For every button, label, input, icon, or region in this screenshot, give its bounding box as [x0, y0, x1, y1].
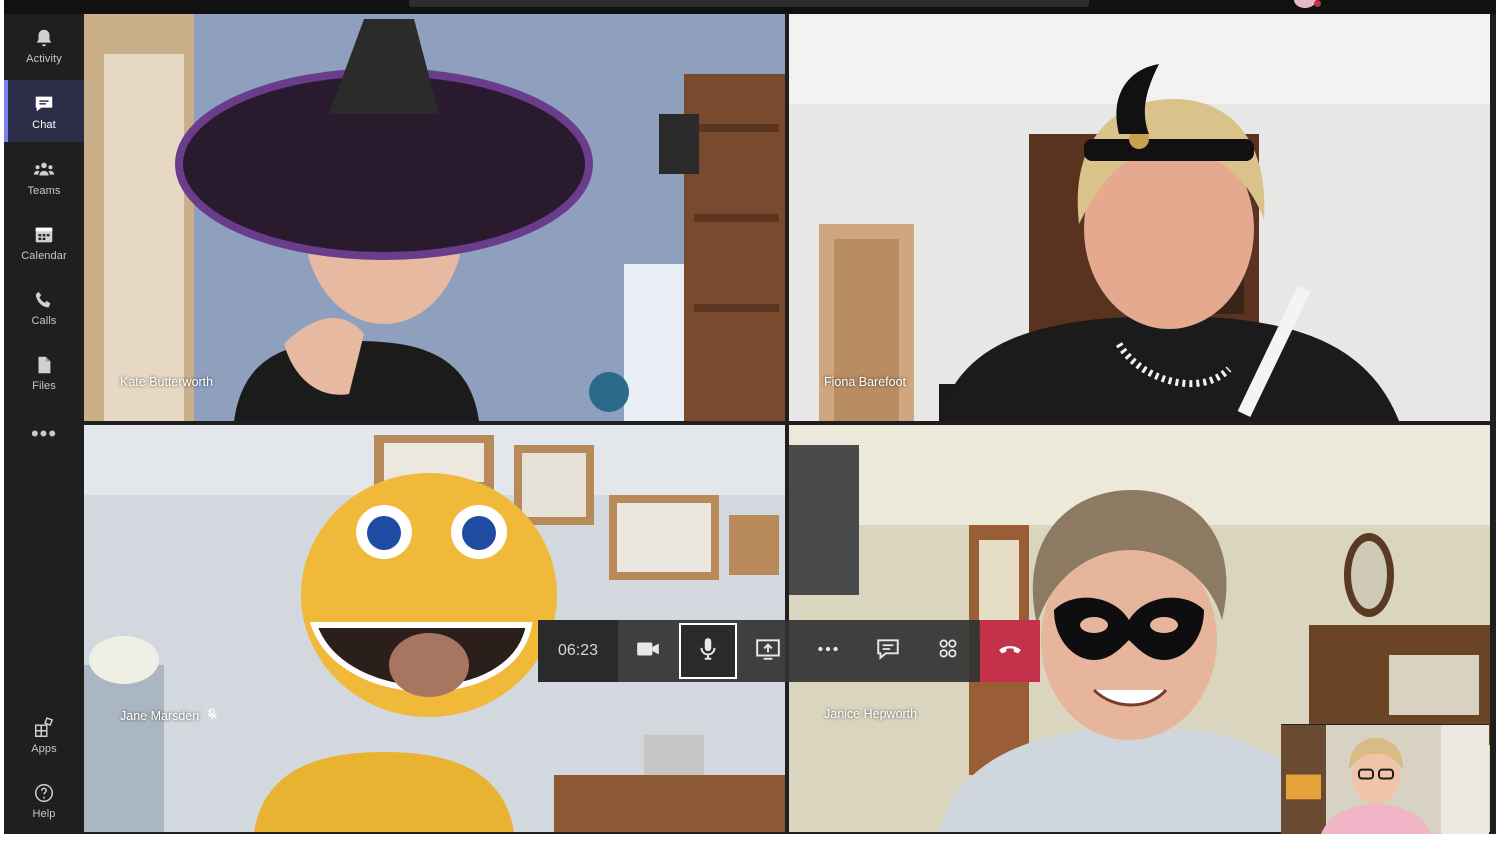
participant-name: Fiona Barefoot — [824, 375, 906, 389]
participants-icon — [935, 636, 961, 667]
phone-icon — [32, 288, 56, 312]
participant-video — [789, 14, 1490, 421]
apps-icon — [32, 716, 56, 740]
rail-item-help[interactable]: Help — [4, 769, 84, 831]
video-grid: Kate Butterworth Fiona Barefoot Jane Mar… — [84, 14, 1490, 834]
title-bar — [4, 0, 1496, 14]
bell-icon — [32, 26, 56, 50]
rail-item-chat[interactable]: Chat — [4, 80, 84, 142]
calendar-icon — [32, 223, 56, 247]
app-rail: Activity Chat Teams Calendar Calls Files… — [4, 14, 84, 834]
teams-window: Activity Chat Teams Calendar Calls Files… — [4, 0, 1496, 834]
chat-icon — [32, 92, 56, 116]
rail-item-calls[interactable]: Calls — [4, 276, 84, 338]
participants-button[interactable] — [918, 620, 978, 682]
rail-item-files[interactable]: Files — [4, 341, 84, 403]
rail-item-calendar[interactable]: Calendar — [4, 211, 84, 273]
participant-video — [84, 14, 785, 421]
more-apps-button[interactable]: ••• — [4, 423, 84, 445]
conversation-icon — [875, 636, 901, 667]
participant-name: Janice Hepworth — [824, 707, 918, 721]
rail-label: Calls — [31, 314, 57, 327]
hang-up-button[interactable] — [980, 620, 1040, 682]
rail-item-apps[interactable]: Apps — [4, 704, 84, 766]
rail-label: Activity — [26, 52, 62, 65]
microphone-icon — [695, 636, 721, 667]
rail-label: Files — [32, 379, 56, 392]
camera-button[interactable] — [618, 620, 678, 682]
participant-name: Kate Butterworth — [120, 375, 214, 389]
more-options-button[interactable] — [798, 620, 858, 682]
self-video — [1281, 725, 1489, 834]
rail-item-teams[interactable]: Teams — [4, 146, 84, 208]
self-view[interactable] — [1281, 724, 1489, 834]
file-icon — [32, 353, 56, 377]
rail-label: Chat — [32, 118, 56, 131]
call-timer: 06:23 — [538, 620, 618, 682]
share-screen-icon — [755, 636, 781, 667]
microphone-button[interactable] — [679, 623, 737, 679]
muted-microphone-icon — [205, 707, 219, 724]
share-screen-button[interactable] — [738, 620, 798, 682]
more-options-icon — [815, 636, 841, 667]
teams-icon — [32, 158, 56, 182]
camera-icon — [635, 636, 661, 667]
participant-tile-kate[interactable]: Kate Butterworth — [84, 14, 785, 421]
search-bar[interactable] — [409, 0, 1089, 7]
user-avatar[interactable] — [1294, 0, 1316, 8]
rail-item-activity[interactable]: Activity — [4, 14, 84, 76]
conversation-button[interactable] — [858, 620, 918, 682]
call-controls-bar: 06:23 — [538, 620, 1040, 682]
rail-label: Apps — [31, 742, 57, 755]
hang-up-icon — [997, 636, 1023, 667]
rail-label: Teams — [27, 184, 61, 197]
rail-label: Calendar — [21, 249, 67, 262]
participant-name: Jane Marsden — [120, 707, 219, 724]
rail-label: Help — [32, 807, 56, 820]
presence-indicator — [1314, 0, 1321, 7]
participant-tile-fiona[interactable]: Fiona Barefoot — [789, 14, 1490, 421]
help-icon — [32, 781, 56, 805]
participant-name-text: Jane Marsden — [120, 708, 200, 723]
